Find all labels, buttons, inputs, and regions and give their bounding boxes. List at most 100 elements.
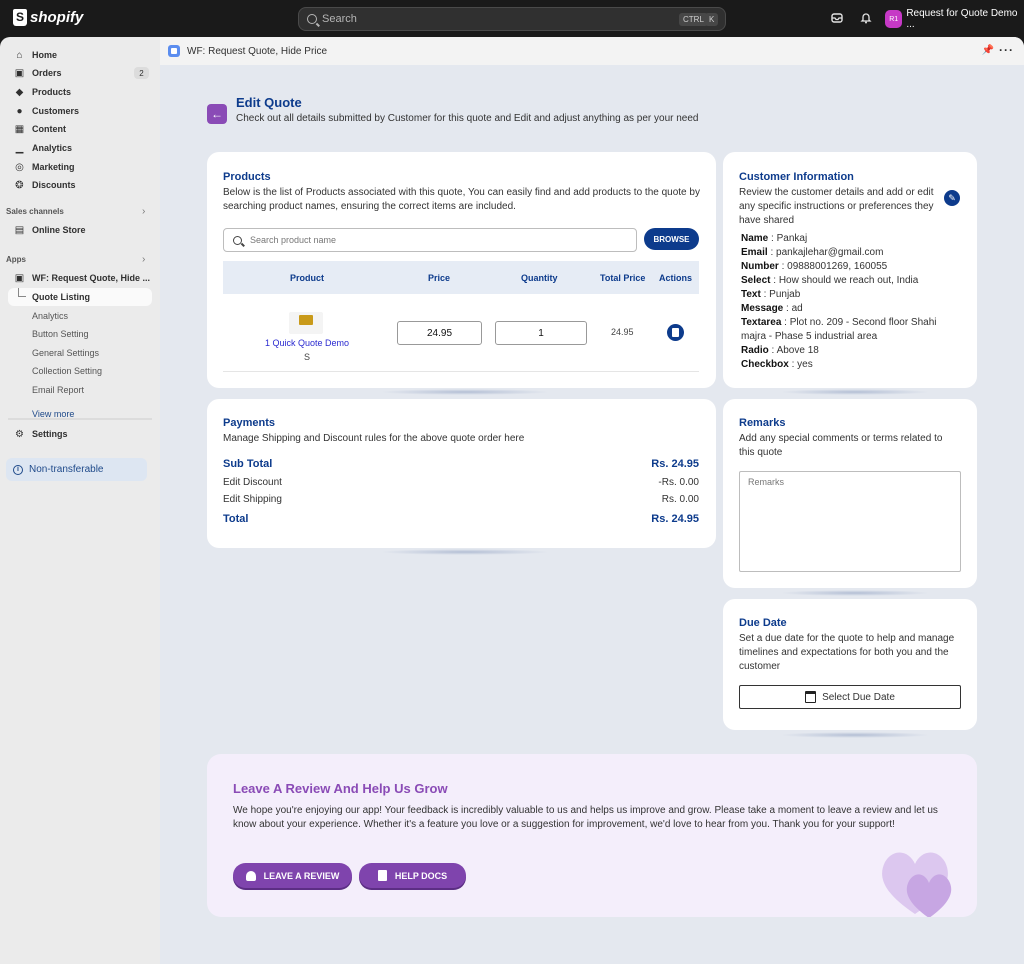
remarks-description: Add any special comments or terms relate…	[739, 433, 943, 458]
total-row: Total Rs. 24.95	[223, 513, 699, 525]
non-transferable-label: Non-transferable	[29, 464, 104, 475]
edit-shipping-label[interactable]: Edit Shipping	[223, 494, 282, 505]
app-icon: ▣	[14, 272, 25, 284]
sales-channels-heading: Sales channels	[6, 207, 64, 216]
sidebar-item-content[interactable]: ▦ Content	[14, 122, 66, 136]
review-title: Leave A Review And Help Us Grow	[233, 781, 448, 796]
subitem-collection-setting[interactable]: Collection Setting	[32, 366, 102, 376]
column-header: Actions	[659, 273, 693, 283]
subitem-button-setting[interactable]: Button Setting	[32, 329, 89, 339]
card-shadow	[780, 732, 930, 738]
search-icon	[233, 235, 242, 245]
bell-icon[interactable]	[860, 12, 872, 24]
subitem-analytics[interactable]: Analytics	[32, 311, 68, 321]
sidebar-item-customers[interactable]: ● Customers	[14, 104, 79, 118]
leave-review-button[interactable]: LEAVE A REVIEW	[233, 863, 352, 888]
subtotal-label: Sub Total	[223, 458, 273, 470]
card-shadow	[380, 389, 550, 395]
page-title: Edit Quote	[236, 95, 302, 110]
sidebar-item-label: Home	[32, 50, 58, 60]
edit-discount-label[interactable]: Edit Discount	[223, 477, 282, 488]
sidebar-divider	[8, 418, 152, 420]
sidebar-item-marketing[interactable]: ◎ Marketing	[14, 160, 75, 174]
sidebar-item-label: Online Store	[32, 225, 86, 235]
shipping-row[interactable]: Edit Shipping Rs. 0.00	[223, 494, 699, 505]
app-title: WF: Request Quote, Hide Price	[187, 45, 328, 57]
customer-field-textarea: Textarea : Plot no. 209 - Second floor S…	[741, 317, 937, 342]
shipping-value: Rs. 0.00	[661, 494, 699, 505]
store-avatar: R1	[885, 10, 903, 28]
payments-description: Manage Shipping and Discount rules for t…	[223, 433, 525, 444]
browse-button[interactable]: BROWSE	[644, 228, 699, 250]
sidebar-item-orders[interactable]: ▣ Orders	[14, 66, 62, 80]
store-account-button[interactable]: R1 Request for Quote Demo ...	[885, 8, 1024, 30]
product-search-placeholder: Search product name	[250, 235, 337, 245]
customer-field-message: Message : ad	[741, 303, 803, 314]
search-placeholder: Search	[322, 13, 357, 25]
sidebar-item-label: Orders	[32, 68, 62, 78]
discount-icon: ❂	[15, 179, 24, 191]
store-icon: ▤	[14, 224, 25, 236]
target-icon: ◎	[15, 161, 24, 173]
products-title: Products	[223, 171, 271, 183]
store-name: Request for Quote Demo ...	[906, 8, 1018, 30]
select-due-date-label: Select Due Date	[822, 691, 895, 703]
customer-field-number: Number : 09888001269, 160055	[741, 261, 888, 272]
subtotal-row: Sub Total Rs. 24.95	[223, 458, 699, 470]
document-icon	[377, 870, 387, 881]
product-search-input[interactable]: Search product name	[223, 228, 637, 252]
sidebar-item-label: Marketing	[32, 162, 75, 172]
quantity-input[interactable]: 1	[495, 321, 587, 345]
delete-icon[interactable]	[667, 324, 684, 341]
help-docs-button[interactable]: HELP DOCS	[359, 863, 466, 888]
sidebar-item-analytics[interactable]: ▁ Analytics	[14, 141, 72, 155]
sidebar-item-discounts[interactable]: ❂ Discounts	[14, 178, 76, 192]
column-header: Price	[428, 273, 451, 283]
subitem-email-report[interactable]: Email Report	[32, 385, 84, 395]
customer-field-name: Name : Pankaj	[741, 233, 808, 244]
column-header: Quantity	[521, 273, 558, 283]
non-transferable-banner[interactable]: i Non-transferable	[6, 458, 147, 481]
sidebar-item-label: Customers	[32, 106, 80, 116]
global-search-input[interactable]: Search CTRL K	[298, 7, 726, 31]
more-options-icon[interactable]: ···	[999, 43, 1014, 57]
sidebar-item-products[interactable]: ◆ Products	[14, 85, 71, 99]
customer-info-title: Customer Information	[739, 171, 854, 183]
subitem-quote-listing[interactable]: Quote Listing	[32, 292, 90, 302]
row-divider	[223, 371, 699, 372]
product-name-link[interactable]: 1 Quick Quote Demo	[243, 338, 371, 348]
tree-connector	[18, 288, 26, 297]
sidebar: ⌂ Home ▣ Orders 2 ◆ Products ● Customers…	[0, 37, 160, 964]
sidebar-item-label: Discounts	[32, 180, 76, 190]
customer-info-description: Review the customer details and add or e…	[739, 187, 934, 226]
back-arrow-button[interactable]: ←	[207, 104, 227, 124]
discount-row[interactable]: Edit Discount -Rs. 0.00	[223, 477, 699, 488]
subtotal-value: Rs. 24.95	[651, 458, 699, 470]
customer-field-text: Text : Punjab	[741, 289, 801, 300]
sidebar-item-settings[interactable]: ⚙ Settings	[14, 427, 68, 441]
pin-icon[interactable]: 📌	[982, 45, 994, 56]
price-input[interactable]: 24.95	[397, 321, 482, 345]
customer-field-radio: Radio : Above 18	[741, 345, 819, 356]
chevron-right-icon[interactable]: ›	[142, 254, 145, 265]
kbd-k: K	[705, 13, 719, 26]
shopify-bag-icon	[13, 9, 27, 26]
select-due-date-button[interactable]: Select Due Date	[739, 685, 961, 709]
products-table-header: Product Price Quantity Total Price Actio…	[223, 261, 699, 294]
sidebar-item-online-store[interactable]: ▤ Online Store	[14, 223, 86, 237]
products-description: Below is the list of Products associated…	[223, 187, 700, 212]
gear-icon: ⚙	[15, 428, 24, 440]
inbox-icon[interactable]	[831, 12, 843, 24]
apps-heading: Apps	[6, 255, 26, 264]
sidebar-item-label: Analytics	[32, 143, 73, 153]
sidebar-item-app[interactable]: ▣ WF: Request Quote, Hide ...	[14, 271, 150, 285]
page-subtitle: Check out all details submitted by Custo…	[236, 113, 699, 124]
subitem-general-settings[interactable]: General Settings	[32, 348, 99, 358]
calendar-icon	[805, 691, 817, 703]
remarks-textarea[interactable]: Remarks	[739, 471, 961, 572]
sidebar-item-home[interactable]: ⌂ Home	[14, 48, 57, 62]
edit-pencil-icon[interactable]: ✎	[944, 190, 960, 206]
shopify-logo[interactable]: shopify	[13, 9, 83, 26]
search-icon	[307, 14, 317, 24]
chevron-right-icon[interactable]: ›	[142, 206, 145, 217]
